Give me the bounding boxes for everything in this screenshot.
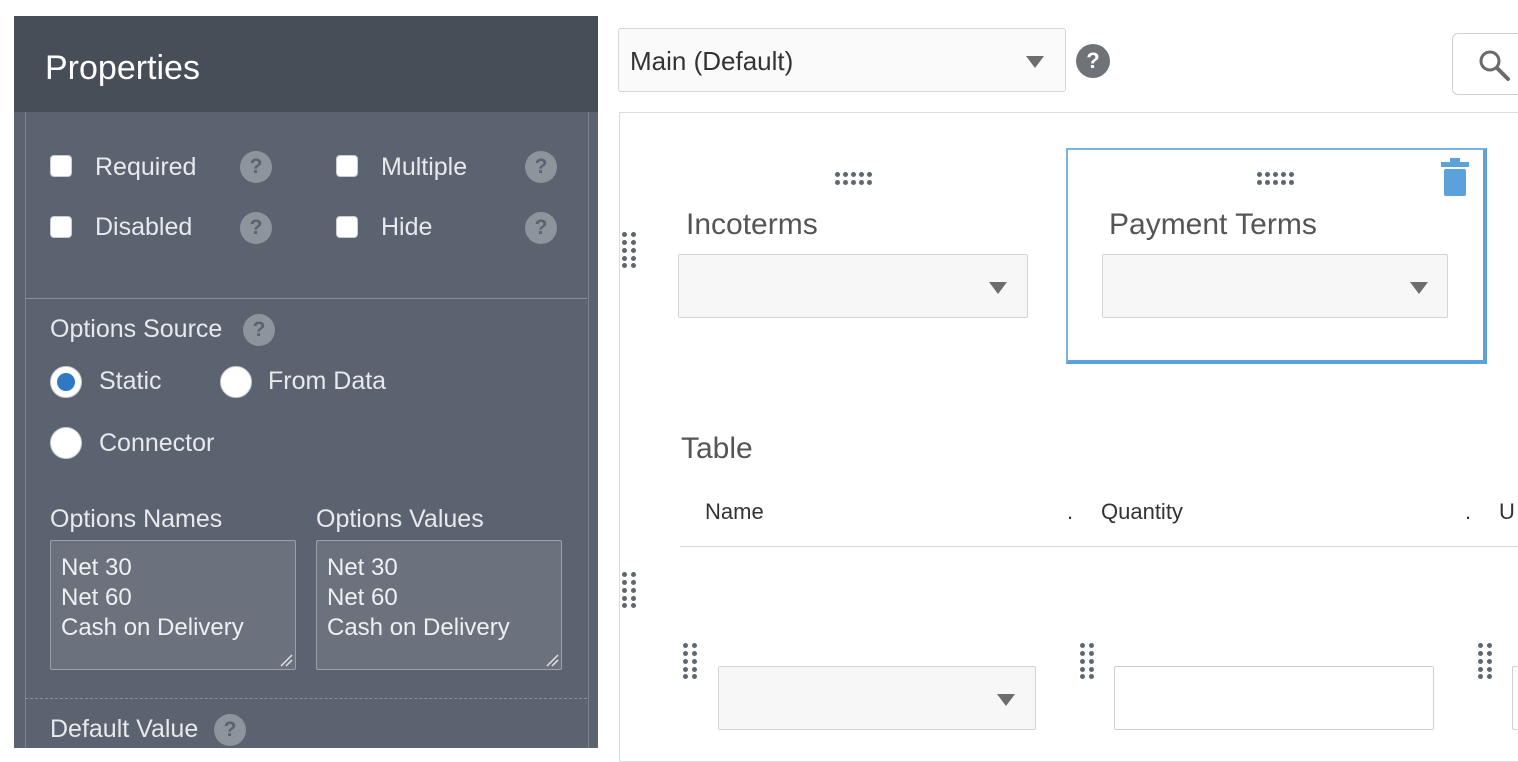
radio-selected-dot (57, 373, 75, 391)
multiple-help-icon[interactable]: ? (525, 151, 557, 183)
table-header-unit: U (1499, 499, 1515, 524)
required-label: Required (95, 153, 197, 181)
properties-title: Properties (45, 49, 200, 87)
chevron-down-icon (1410, 282, 1428, 294)
required-help-icon[interactable]: ? (240, 151, 272, 183)
field-drag-handle-icon[interactable] (1257, 172, 1295, 186)
section-divider (25, 298, 587, 299)
payment-terms-select[interactable] (1102, 254, 1448, 318)
table-label: Table (681, 432, 753, 465)
options-names-label: Options Names (50, 505, 223, 533)
table-name-select[interactable] (718, 666, 1036, 730)
required-checkbox[interactable] (50, 155, 72, 177)
options-values-textarea[interactable]: Net 30 Net 60 Cash on Delivery (316, 540, 562, 670)
table-header-name: Name (705, 499, 764, 524)
default-value-label: Default Value (50, 715, 199, 743)
properties-header: Properties (14, 16, 598, 112)
page-help-icon[interactable]: ? (1076, 44, 1110, 78)
disabled-label: Disabled (95, 213, 193, 241)
default-value-help-icon[interactable]: ? (214, 714, 246, 746)
section-divider-dashed (25, 698, 587, 699)
connector-radio[interactable] (50, 427, 82, 459)
from-data-radio[interactable] (220, 366, 252, 398)
cell-drag-handle-icon[interactable] (683, 643, 699, 679)
multiple-checkbox[interactable] (336, 155, 358, 177)
cell-drag-handle-icon[interactable] (1080, 643, 1096, 679)
options-values-label: Options Values (316, 505, 484, 533)
row-drag-handle-icon[interactable] (622, 572, 638, 608)
hide-checkbox[interactable] (336, 216, 358, 238)
incoterms-label: Incoterms (686, 208, 818, 241)
static-radio[interactable] (50, 366, 82, 398)
resize-handle-icon[interactable] (545, 653, 559, 667)
options-source-label: Options Source (50, 315, 223, 343)
disabled-help-icon[interactable]: ? (240, 212, 272, 244)
options-names-line: Net 30 (61, 554, 132, 581)
static-radio-label: Static (99, 367, 162, 395)
trash-icon[interactable] (1441, 158, 1469, 196)
incoterms-select[interactable] (678, 254, 1028, 318)
table-header-quantity: Quantity (1101, 499, 1183, 524)
connector-radio-label: Connector (99, 429, 215, 457)
field-drag-handle-icon[interactable] (835, 172, 873, 186)
disabled-checkbox[interactable] (50, 216, 72, 238)
options-names-line: Cash on Delivery (61, 614, 244, 641)
chevron-down-icon (989, 282, 1007, 294)
page-select-value: Main (Default) (630, 46, 794, 76)
table-quantity-input[interactable] (1114, 666, 1434, 730)
options-names-textarea[interactable]: Net 30 Net 60 Cash on Delivery (50, 540, 296, 670)
row-drag-handle-icon[interactable] (622, 232, 638, 268)
table-unit-input[interactable] (1512, 666, 1518, 730)
options-values-line: Net 60 (327, 584, 398, 611)
search-button[interactable] (1452, 33, 1518, 95)
column-separator: . (1465, 499, 1472, 524)
options-values-line: Net 30 (327, 554, 398, 581)
chevron-down-icon (997, 694, 1015, 706)
multiple-label: Multiple (381, 153, 468, 181)
chevron-down-icon (1026, 56, 1044, 68)
column-separator: . (1067, 499, 1074, 524)
hide-help-icon[interactable]: ? (525, 212, 557, 244)
options-values-line: Cash on Delivery (327, 614, 510, 641)
resize-handle-icon[interactable] (279, 653, 293, 667)
hide-label: Hide (381, 213, 433, 241)
payment-terms-label: Payment Terms (1109, 208, 1317, 241)
options-source-help-icon[interactable]: ? (243, 314, 275, 346)
page-select[interactable]: Main (Default) (618, 28, 1066, 92)
from-data-radio-label: From Data (268, 367, 387, 395)
table-header-divider (680, 546, 1518, 547)
search-icon (1479, 50, 1510, 81)
cell-drag-handle-icon[interactable] (1478, 643, 1494, 679)
options-names-line: Net 60 (61, 584, 132, 611)
